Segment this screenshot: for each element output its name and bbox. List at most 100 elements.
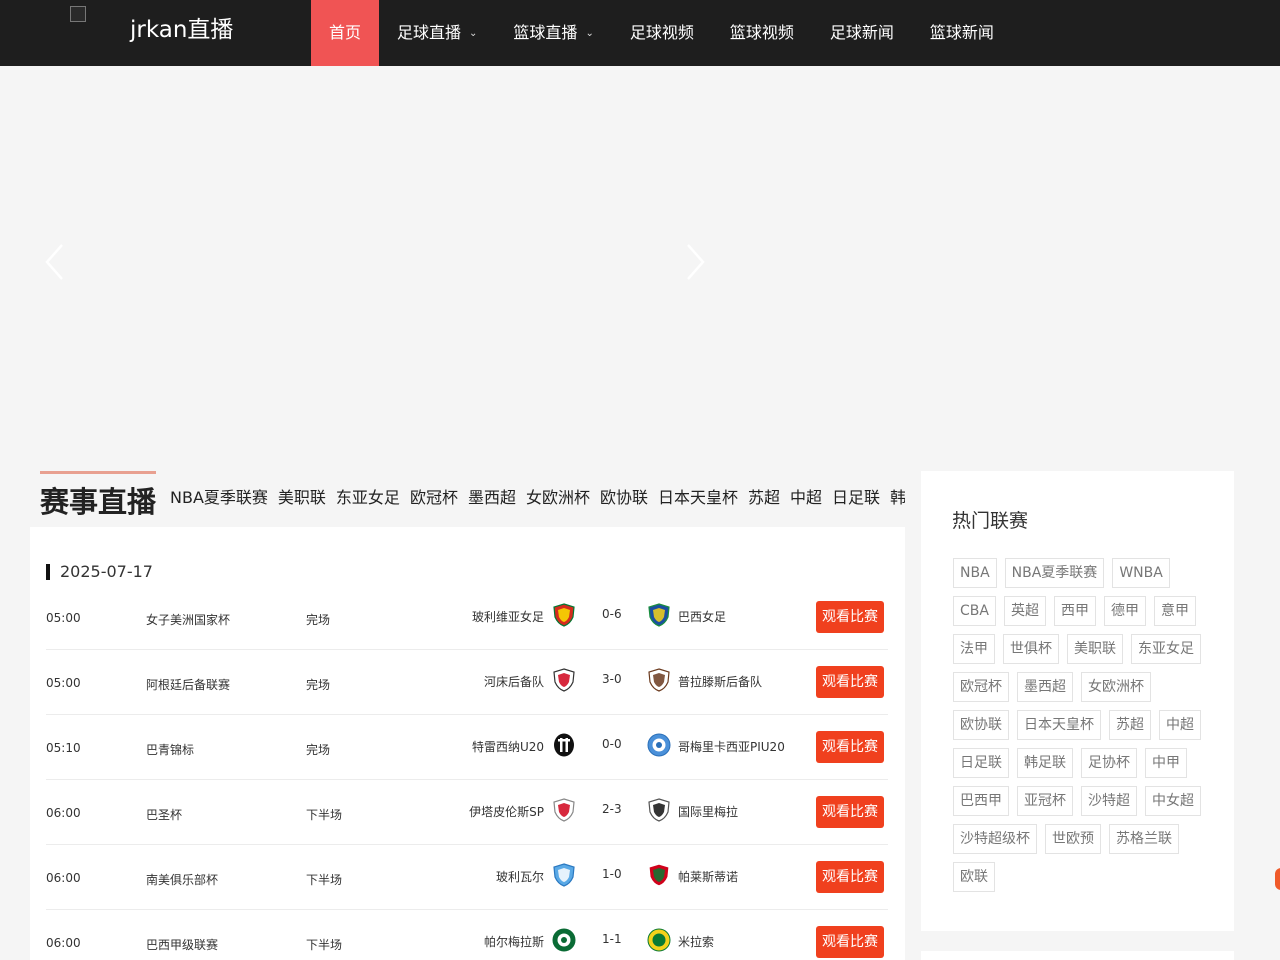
hot-league-tag[interactable]: 女欧洲杯	[1081, 672, 1151, 702]
site-logo-text[interactable]: jrkan直播	[130, 14, 233, 46]
away-team-name[interactable]: 哥梅里卡西亚PIU20	[678, 738, 785, 755]
away-team-name[interactable]: 巴西女足	[678, 608, 726, 625]
itapirense-crest-icon[interactable]	[552, 798, 576, 822]
hot-league-tag[interactable]: 世俱杯	[1003, 634, 1059, 664]
match-league[interactable]: 阿根廷后备联赛	[146, 676, 230, 693]
nav-item-label: 首页	[329, 23, 362, 42]
hot-league-tag[interactable]: 中甲	[1145, 748, 1187, 778]
hot-league-tag[interactable]: 日本天皇杯	[1017, 710, 1101, 740]
hot-league-tag[interactable]: 中超	[1159, 710, 1201, 740]
hot-league-tag[interactable]: 德甲	[1103, 596, 1146, 626]
bolivia-crest-icon[interactable]	[552, 603, 576, 627]
away-team-name[interactable]: 帕莱斯蒂诺	[678, 868, 738, 885]
league-tab[interactable]: 韩	[890, 487, 905, 509]
nav-item-3[interactable]: 足球视频	[612, 0, 712, 66]
match-list: 05:00 女子美洲国家杯 完场 玻利维亚女足 0-6 巴西女足 观看比赛 05:00 阿根廷后…	[46, 585, 888, 960]
hot-league-tag[interactable]: 东亚女足	[1131, 634, 1201, 664]
mirassol-crest-icon[interactable]	[647, 928, 671, 952]
nav-item-1[interactable]: 足球直播 ⌄	[379, 0, 495, 66]
hot-league-tag[interactable]: 世欧预	[1045, 824, 1101, 854]
hot-league-tag[interactable]: CBA	[953, 596, 996, 626]
league-tab[interactable]: 东亚女足	[336, 487, 400, 509]
palmeiras-crest-icon[interactable]	[552, 928, 576, 952]
nav-item-2[interactable]: 篮球直播 ⌄	[495, 0, 611, 66]
league-tab[interactable]: 苏超	[748, 487, 780, 509]
watch-match-button[interactable]: 观看比赛	[816, 796, 884, 828]
watch-match-button[interactable]: 观看比赛	[816, 731, 884, 763]
hot-league-tag[interactable]: 欧联	[953, 862, 995, 892]
home-team-name[interactable]: 伊塔皮伦斯SP	[469, 803, 544, 820]
floating-action-icon[interactable]	[1275, 868, 1280, 890]
hot-league-tag[interactable]: 墨西超	[1017, 672, 1073, 702]
hot-league-tag[interactable]: 西甲	[1053, 596, 1096, 626]
watch-match-button[interactable]: 观看比赛	[816, 666, 884, 698]
hot-league-tag[interactable]: 足协杯	[1081, 748, 1137, 778]
hot-league-tag[interactable]: 韩足联	[1017, 748, 1073, 778]
hot-league-tag[interactable]: WNBA	[1112, 558, 1170, 588]
hot-league-tag[interactable]: 欧协联	[953, 710, 1009, 740]
hot-league-tag[interactable]: 美职联	[1067, 634, 1123, 664]
nav-item-5[interactable]: 足球新闻	[812, 0, 912, 66]
home-team-name[interactable]: 玻利维亚女足	[472, 608, 544, 625]
match-row: 06:00 巴圣杯 下半场 伊塔皮伦斯SP 2-3 国际里梅拉 观看比赛	[46, 780, 888, 845]
nav-item-label: 足球直播	[397, 23, 462, 42]
league-tab[interactable]: 欧冠杯	[410, 487, 458, 509]
chevron-down-icon: ⌄	[585, 28, 594, 39]
league-tab[interactable]: 墨西超	[468, 487, 516, 509]
hot-league-tag[interactable]: 法甲	[953, 634, 995, 664]
hot-league-tag[interactable]: 苏格兰联	[1109, 824, 1179, 854]
league-tab[interactable]: 日足联	[832, 487, 880, 509]
league-tab[interactable]: 日本天皇杯	[658, 487, 738, 509]
carousel-prev-arrow-icon[interactable]	[42, 242, 68, 282]
hot-league-tags: NBA NBA夏季联赛 WNBA CBA 英超 西甲 德甲 意甲法甲 世俱杯 美职联 东亚女足欧冠杯…	[953, 558, 1213, 900]
bolivar-crest-icon[interactable]	[552, 863, 576, 887]
home-team-name[interactable]: 帕尔梅拉斯	[484, 933, 544, 950]
watch-match-button[interactable]: 观看比赛	[816, 601, 884, 633]
hot-league-tag[interactable]: NBA	[953, 558, 997, 588]
away-team-name[interactable]: 米拉索	[678, 933, 714, 950]
league-tab[interactable]: 中超	[790, 487, 822, 509]
platense-crest-icon[interactable]	[647, 668, 671, 692]
hot-league-tag[interactable]: 意甲	[1153, 596, 1196, 626]
nav-item-0[interactable]: 首页	[311, 0, 380, 66]
home-team-name[interactable]: 特雷西纳U20	[472, 738, 544, 755]
hot-league-tag[interactable]: 亚冠杯	[1017, 786, 1073, 816]
nav-item-label: 篮球新闻	[929, 23, 994, 42]
banner-carousel	[0, 66, 1280, 471]
watch-match-button[interactable]: 观看比赛	[816, 861, 884, 893]
nav-item-6[interactable]: 篮球新闻	[912, 0, 1012, 66]
hot-league-tag[interactable]: NBA夏季联赛	[1004, 558, 1105, 588]
watch-match-button[interactable]: 观看比赛	[816, 926, 884, 958]
inter-limeira-crest-icon[interactable]	[647, 798, 671, 822]
league-tab[interactable]: 欧协联	[600, 487, 648, 509]
away-team-name[interactable]: 国际里梅拉	[678, 803, 738, 820]
hot-league-tag[interactable]: 欧冠杯	[953, 672, 1009, 702]
match-league[interactable]: 巴圣杯	[146, 806, 182, 823]
hot-league-tag[interactable]: 沙特超	[1081, 786, 1137, 816]
piaui-crest-icon[interactable]	[647, 733, 671, 757]
brazil-crest-icon[interactable]	[647, 603, 671, 627]
hot-league-tag[interactable]: 巴西甲	[953, 786, 1009, 816]
hot-league-tag[interactable]: 苏超	[1109, 710, 1151, 740]
palestino-crest-icon[interactable]	[647, 863, 671, 887]
league-tab[interactable]: 美职联	[278, 487, 326, 509]
hot-league-tag[interactable]: 日足联	[953, 748, 1009, 778]
carousel-next-arrow-icon[interactable]	[682, 242, 708, 282]
match-league[interactable]: 巴青锦标	[146, 741, 194, 758]
hot-league-tag[interactable]: 中女超	[1145, 786, 1201, 816]
match-row: 05:00 阿根廷后备联赛 完场 河床后备队 3-0 普拉滕斯后备队 观看比赛	[46, 650, 888, 715]
nav-item-4[interactable]: 篮球视频	[712, 0, 812, 66]
match-league[interactable]: 巴西甲级联赛	[146, 936, 218, 953]
river-plate-crest-icon[interactable]	[552, 668, 576, 692]
hot-league-tag[interactable]: 英超	[1003, 596, 1046, 626]
teresina-crest-icon[interactable]	[552, 733, 576, 757]
match-league[interactable]: 女子美洲国家杯	[146, 611, 230, 628]
away-team-name[interactable]: 普拉滕斯后备队	[678, 673, 762, 690]
league-tab[interactable]: NBA夏季联赛	[170, 487, 268, 509]
match-league[interactable]: 南美俱乐部杯	[146, 871, 218, 888]
league-tab[interactable]: 女欧洲杯	[526, 487, 590, 509]
home-team-name[interactable]: 河床后备队	[484, 673, 544, 690]
home-team-name[interactable]: 玻利瓦尔	[496, 868, 544, 885]
hot-league-tag[interactable]: 沙特超级杯	[953, 824, 1037, 854]
logo-image-icon[interactable]	[70, 6, 86, 22]
